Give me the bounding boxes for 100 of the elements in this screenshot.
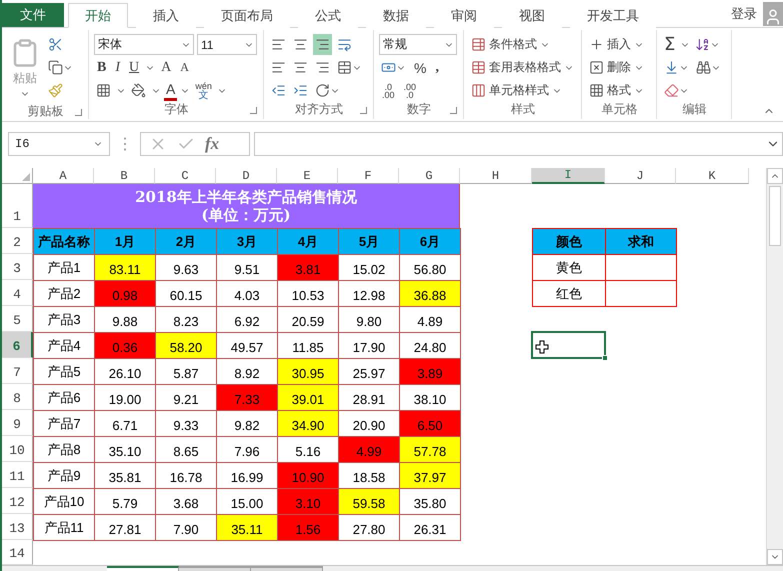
italic-button[interactable]: I (112, 57, 124, 78)
font-size-field[interactable]: 11 (197, 34, 257, 55)
rotate-icon (315, 83, 330, 98)
dialog-launcher-icon[interactable] (360, 107, 367, 114)
row-header[interactable]: 4 (2, 280, 33, 306)
square-x-icon (589, 60, 604, 75)
autosum-button[interactable]: Σ (662, 34, 678, 55)
row-header[interactable]: 13 (2, 514, 33, 540)
decrease-decimal-button[interactable]: .00 .0 (400, 80, 420, 101)
dots-separator: ⋮ (116, 135, 134, 154)
table-cell: 57.78 (399, 436, 461, 463)
column-header[interactable]: C (155, 168, 216, 184)
plus-icon (589, 37, 604, 52)
font-color-button[interactable]: A (164, 80, 178, 101)
styles-button[interactable]: 条件格式 (469, 34, 552, 55)
vertical-scrollbar[interactable] (766, 168, 783, 565)
scroll-thumb[interactable] (769, 186, 781, 246)
bold-button[interactable]: B (94, 57, 110, 78)
column-header[interactable]: I (532, 168, 605, 184)
scroll-up-button[interactable] (767, 168, 783, 184)
cells-button[interactable]: 插入 (587, 34, 646, 55)
percent-button[interactable]: % (411, 57, 430, 78)
row-header[interactable]: 14 (2, 540, 33, 565)
table-cell: 36.88 (399, 280, 461, 307)
triangle-icon (22, 173, 30, 181)
row-header[interactable]: 8 (2, 384, 33, 410)
row-header[interactable]: 11 (2, 462, 33, 488)
insert-function-button[interactable]: fx (205, 134, 220, 154)
outdent-icon (271, 83, 286, 98)
styles-button[interactable]: 套用表格格式 (469, 57, 576, 78)
row-header[interactable]: 9 (2, 410, 33, 436)
formula-input[interactable] (254, 132, 783, 156)
table-cell: 6.50 (399, 410, 461, 437)
font-name-field[interactable]: 宋体 (94, 34, 194, 55)
table-cell: 10.90 (277, 462, 339, 489)
table-cell: 0.36 (94, 332, 156, 359)
grow-font-button[interactable]: A (158, 57, 174, 78)
phonetic-button[interactable]: wén 文 (193, 80, 214, 101)
column-header[interactable]: B (94, 168, 155, 184)
table-cell: 4.99 (338, 436, 400, 463)
table-icon (471, 83, 486, 98)
number-format-field[interactable]: 常规 (379, 34, 457, 55)
vertical-align-button[interactable] (313, 34, 332, 55)
dialog-launcher-icon[interactable] (450, 107, 457, 114)
group-label: 样式 (511, 100, 535, 118)
arrow-down-icon (664, 60, 679, 75)
group-label: 字体 (164, 100, 188, 118)
column-header[interactable]: K (676, 168, 749, 184)
row-header[interactable]: 2 (2, 228, 33, 254)
row-header[interactable]: 3 (2, 254, 33, 280)
header-cell: 6月 (399, 228, 461, 255)
table-cell: 35.11 (216, 514, 278, 541)
dialog-launcher-icon[interactable] (75, 109, 82, 116)
sheet-tab[interactable] (107, 566, 179, 571)
align-right-icon (315, 60, 330, 75)
column-header[interactable]: F (338, 168, 399, 184)
copy-icon (48, 60, 63, 75)
styles-button[interactable]: 单元格样式 (469, 80, 564, 101)
row-header[interactable]: 12 (2, 488, 33, 514)
column-header[interactable]: J (605, 168, 676, 184)
row-header[interactable]: 10 (2, 436, 33, 462)
row-header[interactable]: 7 (2, 358, 33, 384)
lines-icon (293, 37, 308, 52)
merge-cells-icon (337, 60, 352, 75)
group-label: 对齐方式 (295, 100, 343, 118)
row-header[interactable]: 1 (2, 184, 33, 228)
cells-button[interactable]: 删除 (587, 57, 646, 78)
underline-button[interactable]: U (126, 57, 142, 78)
header-cell: 颜色 (532, 228, 606, 255)
sort-icon (695, 37, 710, 52)
table-cell: 37.97 (399, 462, 461, 489)
table-cell: 39.01 (277, 384, 339, 411)
column-header[interactable]: D (216, 168, 277, 184)
header-cell: 求和 (605, 228, 677, 255)
header-cell: 3月 (216, 228, 278, 255)
scroll-down-button[interactable] (767, 549, 783, 565)
cells-button[interactable]: 格式 (587, 80, 646, 101)
file-tab[interactable]: 文件 (2, 3, 64, 27)
column-header[interactable]: G (399, 168, 460, 184)
column-header[interactable]: A (33, 168, 94, 184)
table-cell: 58.20 (155, 332, 217, 359)
column-header[interactable]: E (277, 168, 338, 184)
sign-in-link[interactable]: 登录 (725, 0, 763, 27)
grid-icon (589, 83, 604, 98)
comma-button[interactable]: , (432, 57, 442, 78)
column-header[interactable]: H (460, 168, 532, 184)
shrink-font-button[interactable]: A (177, 57, 192, 78)
row-header[interactable]: 5 (2, 306, 33, 332)
fill-handle[interactable] (602, 355, 608, 361)
selected-cell[interactable] (531, 331, 606, 359)
dialog-launcher-icon[interactable] (250, 107, 257, 114)
row-header[interactable]: 6 (2, 332, 33, 358)
name-box[interactable]: I6 (8, 132, 110, 156)
table-cell: 26.31 (399, 514, 461, 541)
grid-icon (96, 83, 111, 98)
table-cell: 34.90 (277, 410, 339, 437)
align-center-icon (293, 60, 308, 75)
ribbon-tab[interactable]: 开始 (68, 3, 128, 28)
paint-bucket-icon (131, 83, 146, 98)
increase-decimal-button[interactable]: .0 .00 (379, 80, 398, 101)
